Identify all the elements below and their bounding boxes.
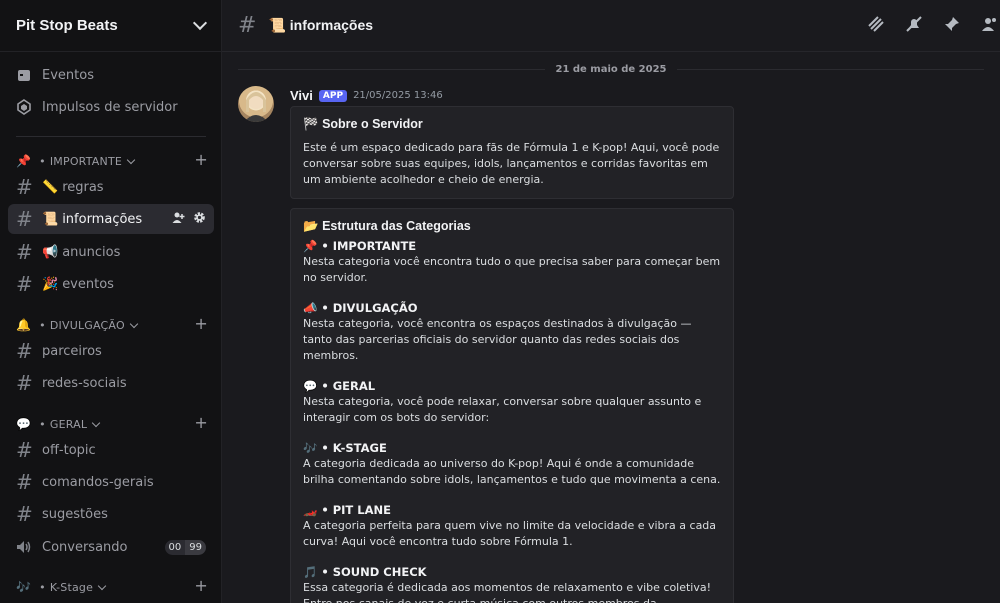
channel-label: eventos — [62, 276, 114, 292]
category-geral[interactable]: 💬 • GERAL + — [16, 413, 208, 433]
pin-icon: 📌 — [16, 154, 32, 168]
sidebar-item-label: Impulsos de servidor — [42, 99, 178, 115]
folder-icon: 📂 — [303, 219, 319, 233]
boost-icon — [16, 99, 32, 115]
pin-icon[interactable] — [942, 14, 962, 34]
channel-label: parceiros — [42, 343, 102, 359]
section-title: 🏎️ • PIT LANE — [303, 503, 391, 517]
channel-label: Conversando — [42, 539, 128, 555]
channel-header: # 📜 informações — [222, 0, 1000, 52]
hash-icon: # — [16, 502, 33, 526]
channel-sugestoes[interactable]: # sugestões — [8, 499, 214, 529]
voice-user-count: 00 99 — [164, 539, 206, 555]
channel-label: regras — [62, 179, 104, 195]
hash-icon: # — [238, 13, 257, 38]
channel-label: redes-sociais — [42, 375, 127, 391]
sidebar-item-boosts[interactable]: Impulsos de servidor — [8, 92, 214, 122]
channel-title: 📜 informações — [268, 17, 374, 33]
channel-label: anuncios — [62, 244, 121, 260]
section-body: Nesta categoria, você encontra os espaço… — [303, 317, 692, 362]
section-body: Nesta categoria você encontra tudo o que… — [303, 255, 721, 284]
mute-bell-icon[interactable] — [904, 14, 924, 34]
speech-bubble-icon: 💬 — [16, 417, 32, 431]
embed-title: 🏁 Sobre o Servidor — [303, 117, 423, 131]
add-channel-icon[interactable]: + — [194, 413, 208, 432]
sidebar-item-events[interactable]: Eventos — [8, 60, 214, 90]
section-body: Nesta categoria, você pode relaxar, conv… — [303, 395, 702, 424]
chevron-down-icon[interactable] — [192, 15, 208, 31]
channel-off-topic[interactable]: # off-topic — [8, 435, 214, 465]
chevron-down-icon — [129, 319, 139, 328]
channel-sidebar: Pit Stop Beats Eventos Impulsos de servi… — [0, 0, 222, 603]
category-label: K-Stage — [49, 580, 94, 594]
checkered-flag-icon: 🏁 — [303, 117, 319, 131]
section-body: A categoria dedicada ao universo do K-po… — [303, 457, 721, 486]
category-label: IMPORTANTE — [49, 154, 123, 168]
category-importante[interactable]: 📌 • IMPORTANTE + — [16, 150, 208, 170]
avatar[interactable] — [238, 86, 274, 122]
channel-informacoes[interactable]: # 📜 informações — [8, 204, 214, 234]
channel-redes-sociais[interactable]: # redes-sociais — [8, 368, 214, 398]
section-title: 📌 • IMPORTANTE — [303, 239, 417, 253]
music-notes-icon: 🎶 — [16, 580, 32, 594]
server-name: Pit Stop Beats — [16, 17, 118, 34]
section-title: 🎶 • K-STAGE — [303, 441, 387, 455]
hash-icon: # — [16, 272, 33, 296]
hash-icon: # — [16, 207, 33, 231]
date-separator: 21 de maio de 2025 — [238, 62, 984, 76]
embed-categories: 📂 Estrutura das Categorias 📌 • IMPORTANT… — [290, 208, 734, 603]
hash-icon: # — [16, 175, 33, 199]
gear-icon[interactable] — [193, 211, 206, 228]
bell-icon: 🔔 — [16, 318, 32, 332]
hash-icon: # — [16, 240, 33, 264]
embed-title: 📂 Estrutura das Categorias — [303, 219, 471, 233]
hash-icon: # — [16, 438, 33, 462]
add-channel-icon[interactable]: + — [194, 150, 208, 169]
channel-label: informações — [62, 211, 143, 227]
divider — [16, 136, 206, 137]
section-body: Essa categoria é dedicada aos momentos d… — [303, 581, 712, 603]
voice-channel-conversando[interactable]: Conversando 00 99 — [8, 532, 214, 562]
section-title: 💬 • GERAL — [303, 379, 376, 393]
message-timestamp: 21/05/2025 13:46 — [353, 90, 443, 101]
hash-icon: # — [16, 470, 33, 494]
chevron-down-icon — [97, 581, 107, 590]
category-divulgacao[interactable]: 🔔 • DIVULGAÇÃO + — [16, 314, 208, 334]
channel-label: comandos-gerais — [42, 474, 154, 490]
category-label: DIVULGAÇÃO — [49, 318, 125, 332]
sidebar-item-label: Eventos — [42, 67, 94, 83]
channel-anuncios[interactable]: # 📢 anuncios — [8, 237, 214, 267]
threads-icon[interactable] — [866, 14, 886, 34]
server-header[interactable]: Pit Stop Beats — [0, 0, 221, 52]
chevron-down-icon — [91, 418, 101, 427]
section-title: 🎵 • SOUND CHECK — [303, 565, 427, 579]
channel-eventos[interactable]: # 🎉 eventos — [8, 269, 214, 299]
speaker-icon — [16, 537, 32, 557]
channel-regras[interactable]: # 📏 regras — [8, 172, 214, 202]
embed-description: Este é um espaço dedicado para fãs de Fó… — [303, 141, 720, 186]
add-channel-icon[interactable]: + — [194, 576, 208, 595]
chat-area: # 📜 informações 21 de maio de 2025 Vivi … — [222, 0, 1000, 603]
channel-comandos-gerais[interactable]: # comandos-gerais — [8, 467, 214, 497]
chevron-down-icon — [126, 155, 136, 164]
header-toolbar — [866, 14, 1000, 34]
category-k-stage[interactable]: 🎶 • K-Stage + — [16, 576, 208, 596]
channel-label: sugestões — [42, 506, 108, 522]
member-list-icon[interactable] — [980, 14, 1000, 34]
invite-icon[interactable] — [172, 211, 185, 228]
channel-parceiros[interactable]: # parceiros — [8, 336, 214, 366]
category-label: GERAL — [49, 417, 88, 431]
embed-about: 🏁 Sobre o Servidor Este é um espaço dedi… — [290, 106, 734, 199]
author-name[interactable]: Vivi — [290, 88, 313, 103]
channel-label: off-topic — [42, 442, 96, 458]
calendar-icon — [16, 67, 32, 83]
section-title: 📣 • DIVULGAÇÃO — [303, 301, 418, 315]
app-badge: APP — [318, 89, 348, 102]
hash-icon: # — [16, 371, 33, 395]
hash-icon: # — [16, 339, 33, 363]
section-body: A categoria perfeita para quem vive no l… — [303, 519, 717, 548]
add-channel-icon[interactable]: + — [194, 314, 208, 333]
message-header: Vivi APP 21/05/2025 13:46 — [290, 88, 443, 103]
